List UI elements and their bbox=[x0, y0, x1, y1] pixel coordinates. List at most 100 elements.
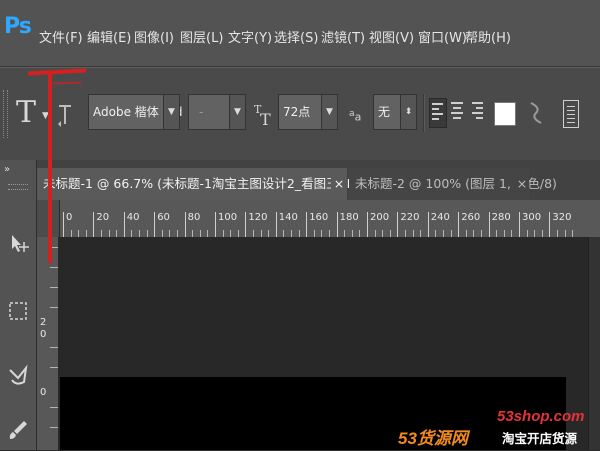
ruler-major-tick bbox=[519, 212, 520, 237]
ruler-label: 0 bbox=[40, 329, 47, 340]
ruler-major-tick bbox=[123, 212, 125, 237]
menu-view[interactable]: 视图(V) bbox=[369, 27, 414, 46]
ruler-label: 200 bbox=[370, 212, 390, 223]
ruler-major-tick bbox=[427, 212, 429, 237]
antialias-dropdown-icon[interactable]: ⬍ bbox=[400, 94, 417, 130]
ruler-label: 100 bbox=[218, 212, 238, 223]
menu-image[interactable]: 图像(I) bbox=[134, 27, 174, 46]
ruler-minor-tick bbox=[435, 230, 437, 237]
tab-document-2[interactable]: 未标题-2 @ 100% (图层 1, 灰色/8) bbox=[349, 168, 557, 200]
font-size-field[interactable]: 72点 bbox=[278, 94, 322, 130]
tab-close-icon[interactable]: × bbox=[331, 168, 347, 200]
document-canvas[interactable] bbox=[60, 377, 566, 450]
menu-filter[interactable]: 滤镜(T) bbox=[321, 27, 365, 46]
ruler-label: 180 bbox=[339, 212, 359, 223]
ruler-minor-tick bbox=[541, 230, 543, 237]
ruler-label: 140 bbox=[278, 212, 298, 223]
align-right-button[interactable] bbox=[469, 98, 485, 126]
ruler-minor-tick bbox=[443, 230, 444, 237]
ruler-minor-tick bbox=[85, 230, 87, 237]
ruler-minor-tick bbox=[177, 230, 178, 237]
separator bbox=[423, 94, 425, 132]
move-tool-icon[interactable] bbox=[4, 232, 32, 260]
character-panel-icon[interactable] bbox=[563, 100, 579, 128]
font-style-dropdown-icon[interactable]: ▼ bbox=[229, 94, 246, 130]
tools-panel-grip[interactable] bbox=[8, 184, 28, 190]
options-bar: T ▼ Adobe 楷体 Std ▼ - ▼ T T 72点 ▼ aa 无 ⬍ bbox=[0, 67, 600, 162]
ruler-label: 60 bbox=[157, 212, 170, 223]
ruler-minor-tick bbox=[146, 230, 148, 237]
ruler-minor-tick bbox=[382, 230, 384, 237]
menu-edit[interactable]: 编辑(E) bbox=[87, 27, 131, 46]
ruler-minor-tick bbox=[291, 230, 292, 237]
menu-layer[interactable]: 图层(L) bbox=[180, 27, 223, 46]
brush-tool-icon[interactable] bbox=[4, 418, 32, 446]
ruler-minor-tick bbox=[405, 230, 406, 237]
font-size-value: 72点 bbox=[283, 105, 311, 119]
ruler-major-tick bbox=[488, 212, 490, 237]
ruler-label: 240 bbox=[430, 212, 450, 223]
ruler-label: 120 bbox=[248, 212, 268, 223]
ruler-minor-tick bbox=[101, 230, 102, 237]
ruler-major-tick bbox=[549, 212, 551, 237]
panel-collapse-icon[interactable]: » bbox=[4, 164, 10, 175]
ruler-label: 80 bbox=[187, 212, 201, 223]
ruler-major-tick bbox=[63, 212, 64, 237]
align-center-button[interactable] bbox=[449, 98, 465, 126]
ruler-minor-tick bbox=[496, 230, 498, 237]
tab-document-1[interactable]: 未标题-1 @ 66.7% (未标题-1淘宝主图设计2_看图王, RGB/8) … bbox=[37, 168, 401, 200]
ruler-minor-tick bbox=[374, 230, 376, 237]
ruler-major-tick bbox=[184, 212, 186, 237]
font-family-field[interactable]: Adobe 楷体 Std bbox=[88, 94, 183, 130]
ruler-minor-tick bbox=[253, 230, 254, 237]
font-style-value: - bbox=[199, 105, 204, 119]
ruler-label: 20 bbox=[96, 212, 110, 223]
options-bar-grip[interactable] bbox=[3, 90, 8, 138]
tab-close-icon[interactable]: × bbox=[515, 168, 529, 200]
menu-select[interactable]: 选择(S) bbox=[274, 27, 318, 46]
ruler-minor-tick bbox=[108, 230, 110, 237]
ruler-minor-tick bbox=[192, 230, 194, 237]
ruler-minor-tick bbox=[481, 230, 482, 237]
ruler-minor-tick bbox=[344, 230, 346, 237]
marquee-tool-icon[interactable] bbox=[4, 300, 32, 328]
menu-window[interactable]: 窗口(W) bbox=[418, 27, 467, 46]
menu-help[interactable]: 帮助(H) bbox=[465, 27, 511, 46]
font-size-icon: T T bbox=[254, 102, 276, 131]
photoshop-logo: Ps bbox=[4, 14, 32, 39]
type-tool-icon[interactable]: T bbox=[16, 95, 36, 130]
ruler-minor-tick bbox=[230, 230, 232, 237]
ruler-minor-tick bbox=[564, 230, 566, 237]
ruler-minor-tick bbox=[78, 230, 80, 237]
vertical-scrollbar[interactable] bbox=[588, 237, 600, 450]
text-color-swatch[interactable] bbox=[494, 102, 516, 126]
font-size-dropdown-icon[interactable]: ▼ bbox=[321, 94, 338, 130]
align-left-button[interactable] bbox=[429, 98, 447, 128]
ruler-minor-tick bbox=[465, 230, 467, 237]
ruler-minor-tick bbox=[237, 230, 239, 237]
warp-text-icon[interactable] bbox=[527, 100, 545, 132]
ruler-label: 260 bbox=[461, 212, 481, 223]
ruler-label: 0 bbox=[40, 387, 47, 398]
menu-file[interactable]: 文件(F) bbox=[39, 27, 83, 46]
horizontal-ruler[interactable]: 0 20 40 60 80 100 120 140 160 180 200 220 240 260 280 3… bbox=[37, 200, 600, 238]
ruler-minor-tick bbox=[260, 230, 262, 237]
antialias-value: 无 bbox=[378, 105, 391, 119]
ruler-minor-tick bbox=[139, 230, 140, 237]
ruler-minor-tick bbox=[412, 230, 414, 237]
ruler-minor-tick bbox=[131, 230, 133, 237]
lasso-tool-icon[interactable] bbox=[4, 364, 32, 392]
vertical-ruler[interactable]: 2 0 0 bbox=[37, 237, 59, 450]
text-orientation-icon[interactable] bbox=[56, 102, 74, 128]
ruler-major-tick bbox=[245, 212, 247, 237]
ruler-minor-tick bbox=[313, 230, 315, 237]
ruler-minor-tick bbox=[199, 230, 201, 237]
font-family-dropdown-icon[interactable]: ▼ bbox=[163, 94, 180, 130]
menu-type[interactable]: 文字(Y) bbox=[228, 27, 272, 46]
ruler-minor-tick bbox=[268, 230, 270, 237]
antialias-field[interactable]: 无 bbox=[373, 94, 401, 130]
font-style-field[interactable]: - bbox=[188, 94, 230, 130]
ruler-major-tick bbox=[306, 212, 308, 237]
tab-label: 未标题-1 @ 66.7% (未标题-1淘宝主图设计2_看图王, RGB/8) … bbox=[43, 176, 401, 191]
tools-panel: » bbox=[0, 160, 37, 450]
